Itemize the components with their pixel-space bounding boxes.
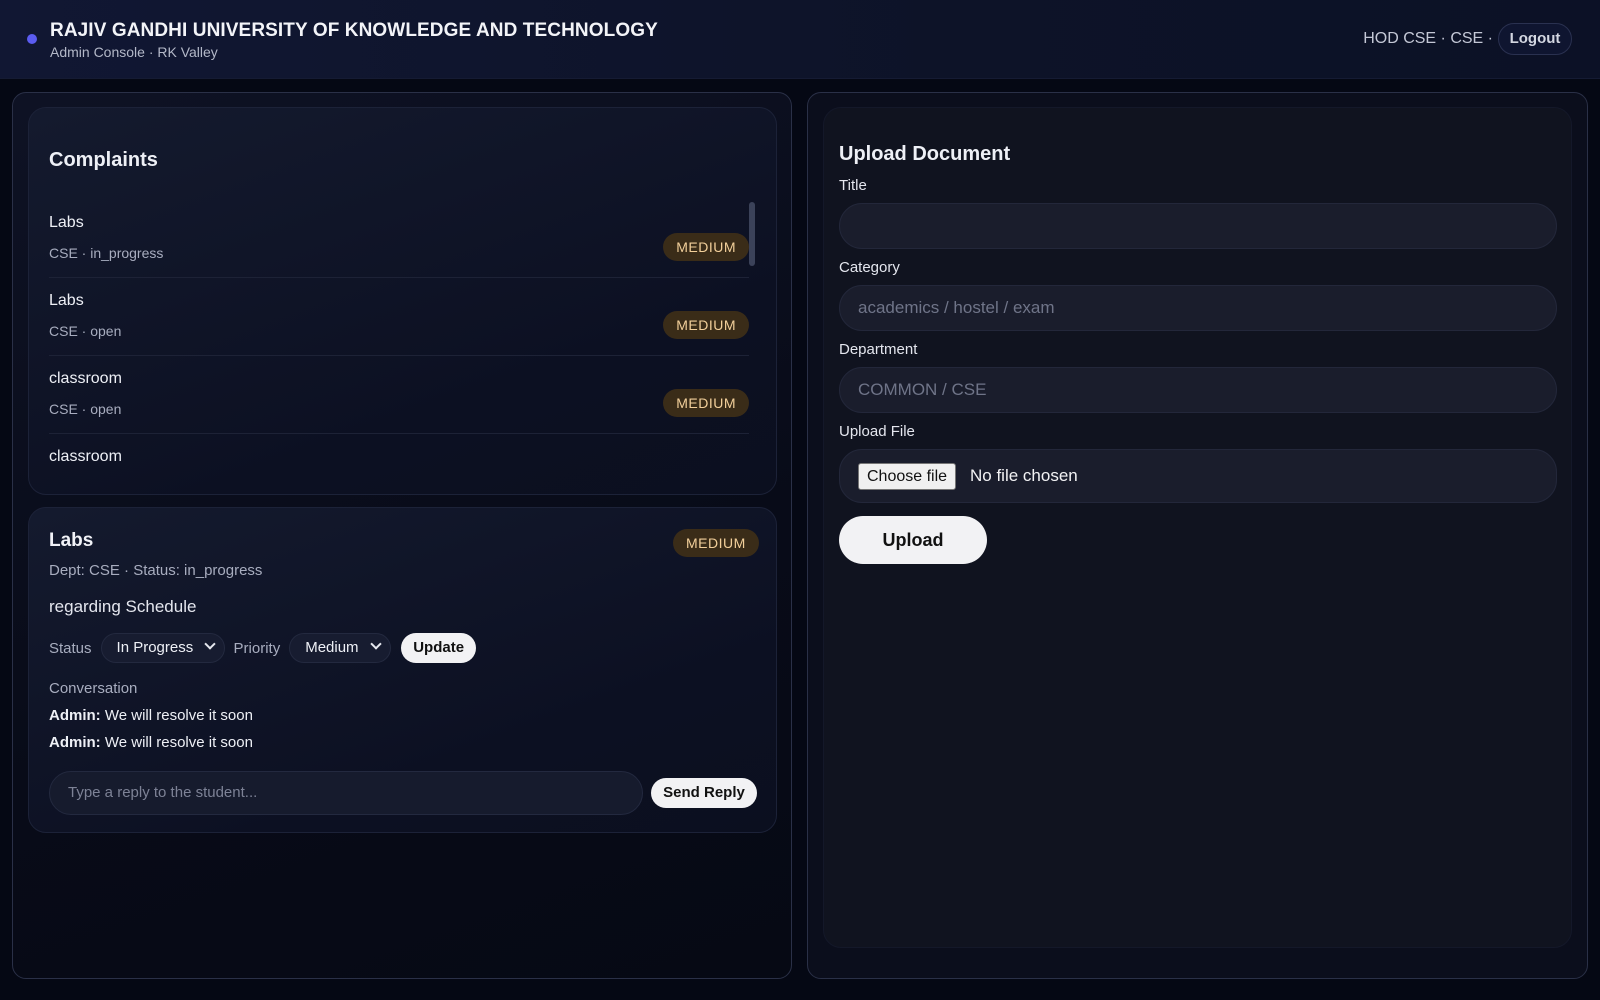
complaint-title: Labs — [49, 214, 84, 231]
complaint-meta: CSE · open — [49, 323, 122, 339]
console-subtitle: Admin Console · RK Valley — [50, 44, 218, 60]
detail-body: regarding Schedule — [49, 597, 197, 616]
choose-file-button[interactable]: Choose file — [858, 463, 957, 490]
reply-input[interactable]: Type a reply to the student... — [49, 771, 643, 815]
no-file-text: No file chosen — [970, 466, 1078, 485]
send-reply-button[interactable]: Send Reply — [651, 778, 757, 808]
complaint-list: Labs CSE · in_progress MEDIUM Labs CSE ·… — [49, 200, 749, 494]
user-info: HOD CSE · CSE · — [1363, 30, 1493, 47]
upload-heading: Upload Document — [839, 143, 1011, 165]
message-author: Admin: — [49, 707, 101, 724]
list-item[interactable]: Labs CSE · in_progress MEDIUM — [49, 200, 749, 278]
complaint-meta: CSE · in_progress — [49, 245, 164, 261]
title-input[interactable] — [839, 203, 1557, 249]
priority-select-value: Medium — [305, 639, 359, 656]
chevron-down-icon — [203, 638, 216, 650]
priority-select[interactable]: Medium — [289, 633, 392, 663]
complaint-title: classroom — [49, 370, 122, 387]
department-label: Department — [839, 341, 918, 358]
category-input[interactable]: academics / hostel / exam — [839, 285, 1557, 331]
chevron-down-icon — [370, 638, 382, 650]
priority-badge: MEDIUM — [663, 311, 749, 339]
list-item[interactable]: Labs CSE · open MEDIUM — [49, 278, 749, 356]
priority-label: Priority — [233, 639, 281, 657]
upload-document-card: Upload Document Title Category academics… — [823, 107, 1572, 948]
conversation-message: Admin: We will resolve it soon — [49, 734, 253, 751]
category-label: Category — [839, 259, 900, 276]
complaints-card: Complaints Labs CSE · in_progress MEDIUM… — [28, 107, 777, 495]
detail-controls: Status In Progress Priority Medium Updat… — [49, 633, 477, 663]
complaint-meta: CSE · open — [49, 401, 122, 417]
status-select-value: In Progress — [116, 639, 194, 656]
logout-button[interactable]: Logout — [1498, 23, 1572, 55]
complaint-title: Labs — [49, 292, 84, 309]
top-bar: RAJIV GANDHI UNIVERSITY OF KNOWLEDGE AND… — [0, 0, 1600, 79]
detail-meta: Dept: CSE · Status: in_progress — [49, 562, 263, 579]
update-button[interactable]: Update — [401, 633, 477, 663]
brand-dot-icon — [27, 34, 37, 44]
complaints-heading: Complaints — [49, 149, 158, 171]
detail-priority-badge: MEDIUM — [673, 529, 759, 557]
status-label: Status — [49, 639, 92, 657]
upload-button[interactable]: Upload — [839, 516, 987, 564]
university-title: RAJIV GANDHI UNIVERSITY OF KNOWLEDGE AND… — [50, 20, 658, 41]
list-item[interactable]: classroom CSE · open MEDIUM — [49, 356, 749, 434]
complaint-title: classroom — [49, 448, 122, 465]
conversation-message: Admin: We will resolve it soon — [49, 707, 253, 724]
detail-title: Labs — [49, 530, 94, 551]
department-input[interactable]: COMMON / CSE — [839, 367, 1557, 413]
list-item[interactable]: classroom — [49, 434, 749, 494]
complaint-detail-card: Labs MEDIUM Dept: CSE · Status: in_progr… — [28, 507, 777, 833]
conversation-label: Conversation — [49, 680, 138, 697]
priority-badge: MEDIUM — [663, 233, 749, 261]
message-text: We will resolve it soon — [104, 734, 253, 751]
upload-file-label: Upload File — [839, 423, 915, 440]
title-label: Title — [839, 177, 867, 194]
file-input: Choose file No file chosen — [839, 449, 1557, 503]
message-author: Admin: — [49, 734, 101, 751]
priority-badge: MEDIUM — [663, 389, 749, 417]
message-text: We will resolve it soon — [104, 707, 253, 724]
list-scrollbar[interactable] — [749, 202, 755, 266]
status-select[interactable]: In Progress — [100, 633, 225, 663]
